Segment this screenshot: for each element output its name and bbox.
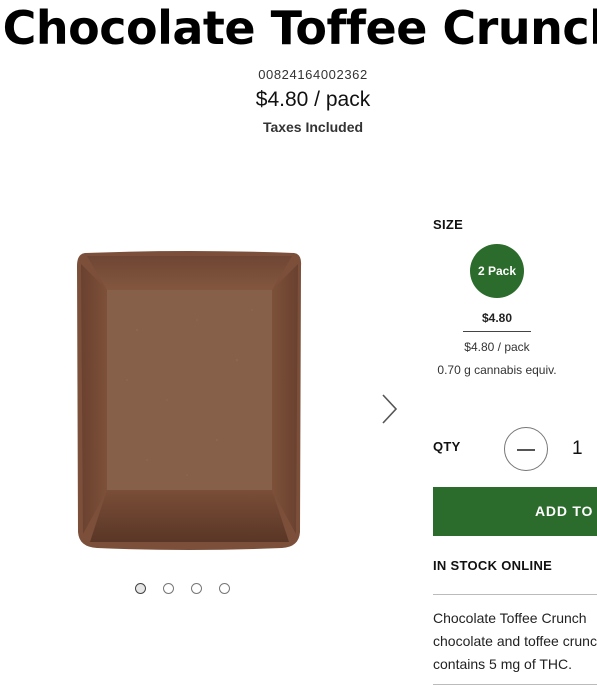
minus-icon: [517, 449, 535, 451]
product-page: Chocolate Toffee Crunch 00824164002362 $…: [0, 0, 597, 685]
product-image: [77, 251, 302, 550]
size-option-divider: [463, 331, 531, 332]
size-option-cannabis-equiv: 0.70 g cannabis equiv.: [437, 363, 557, 377]
size-option-2-pack[interactable]: 2 Pack: [470, 244, 524, 298]
qty-label: QTY: [433, 439, 461, 454]
size-option-unit-price: $4.80 / pack: [464, 340, 530, 354]
gallery-dot-3[interactable]: [191, 583, 202, 594]
gallery-pagination: [135, 583, 230, 594]
size-option-price: $4.80: [481, 311, 513, 325]
gallery-dot-1[interactable]: [135, 583, 146, 594]
qty-decrease-button[interactable]: [504, 427, 548, 471]
description-line: contains 5 mg of THC.: [433, 656, 573, 672]
product-sku: 00824164002362: [258, 67, 368, 82]
description-line: chocolate and toffee crunch: [433, 633, 597, 649]
qty-value: 1: [572, 438, 583, 459]
gallery-dot-4[interactable]: [219, 583, 230, 594]
stock-status: IN STOCK ONLINE: [433, 558, 553, 573]
product-price: $4.80 / pack: [255, 88, 371, 111]
size-option-label: 2 Pack: [477, 264, 517, 278]
product-description: Chocolate Toffee Crunch chocolate and to…: [433, 607, 597, 676]
add-to-bag-button[interactable]: ADD TO BAG: [433, 487, 597, 536]
size-label: SIZE: [433, 217, 464, 232]
taxes-note: Taxes Included: [262, 119, 364, 135]
description-divider-top: [433, 594, 597, 595]
chevron-right-icon[interactable]: [376, 392, 402, 426]
description-line: Chocolate Toffee Crunch: [433, 610, 587, 626]
product-title: Chocolate Toffee Crunch: [2, 1, 597, 55]
gallery-dot-2[interactable]: [163, 583, 174, 594]
